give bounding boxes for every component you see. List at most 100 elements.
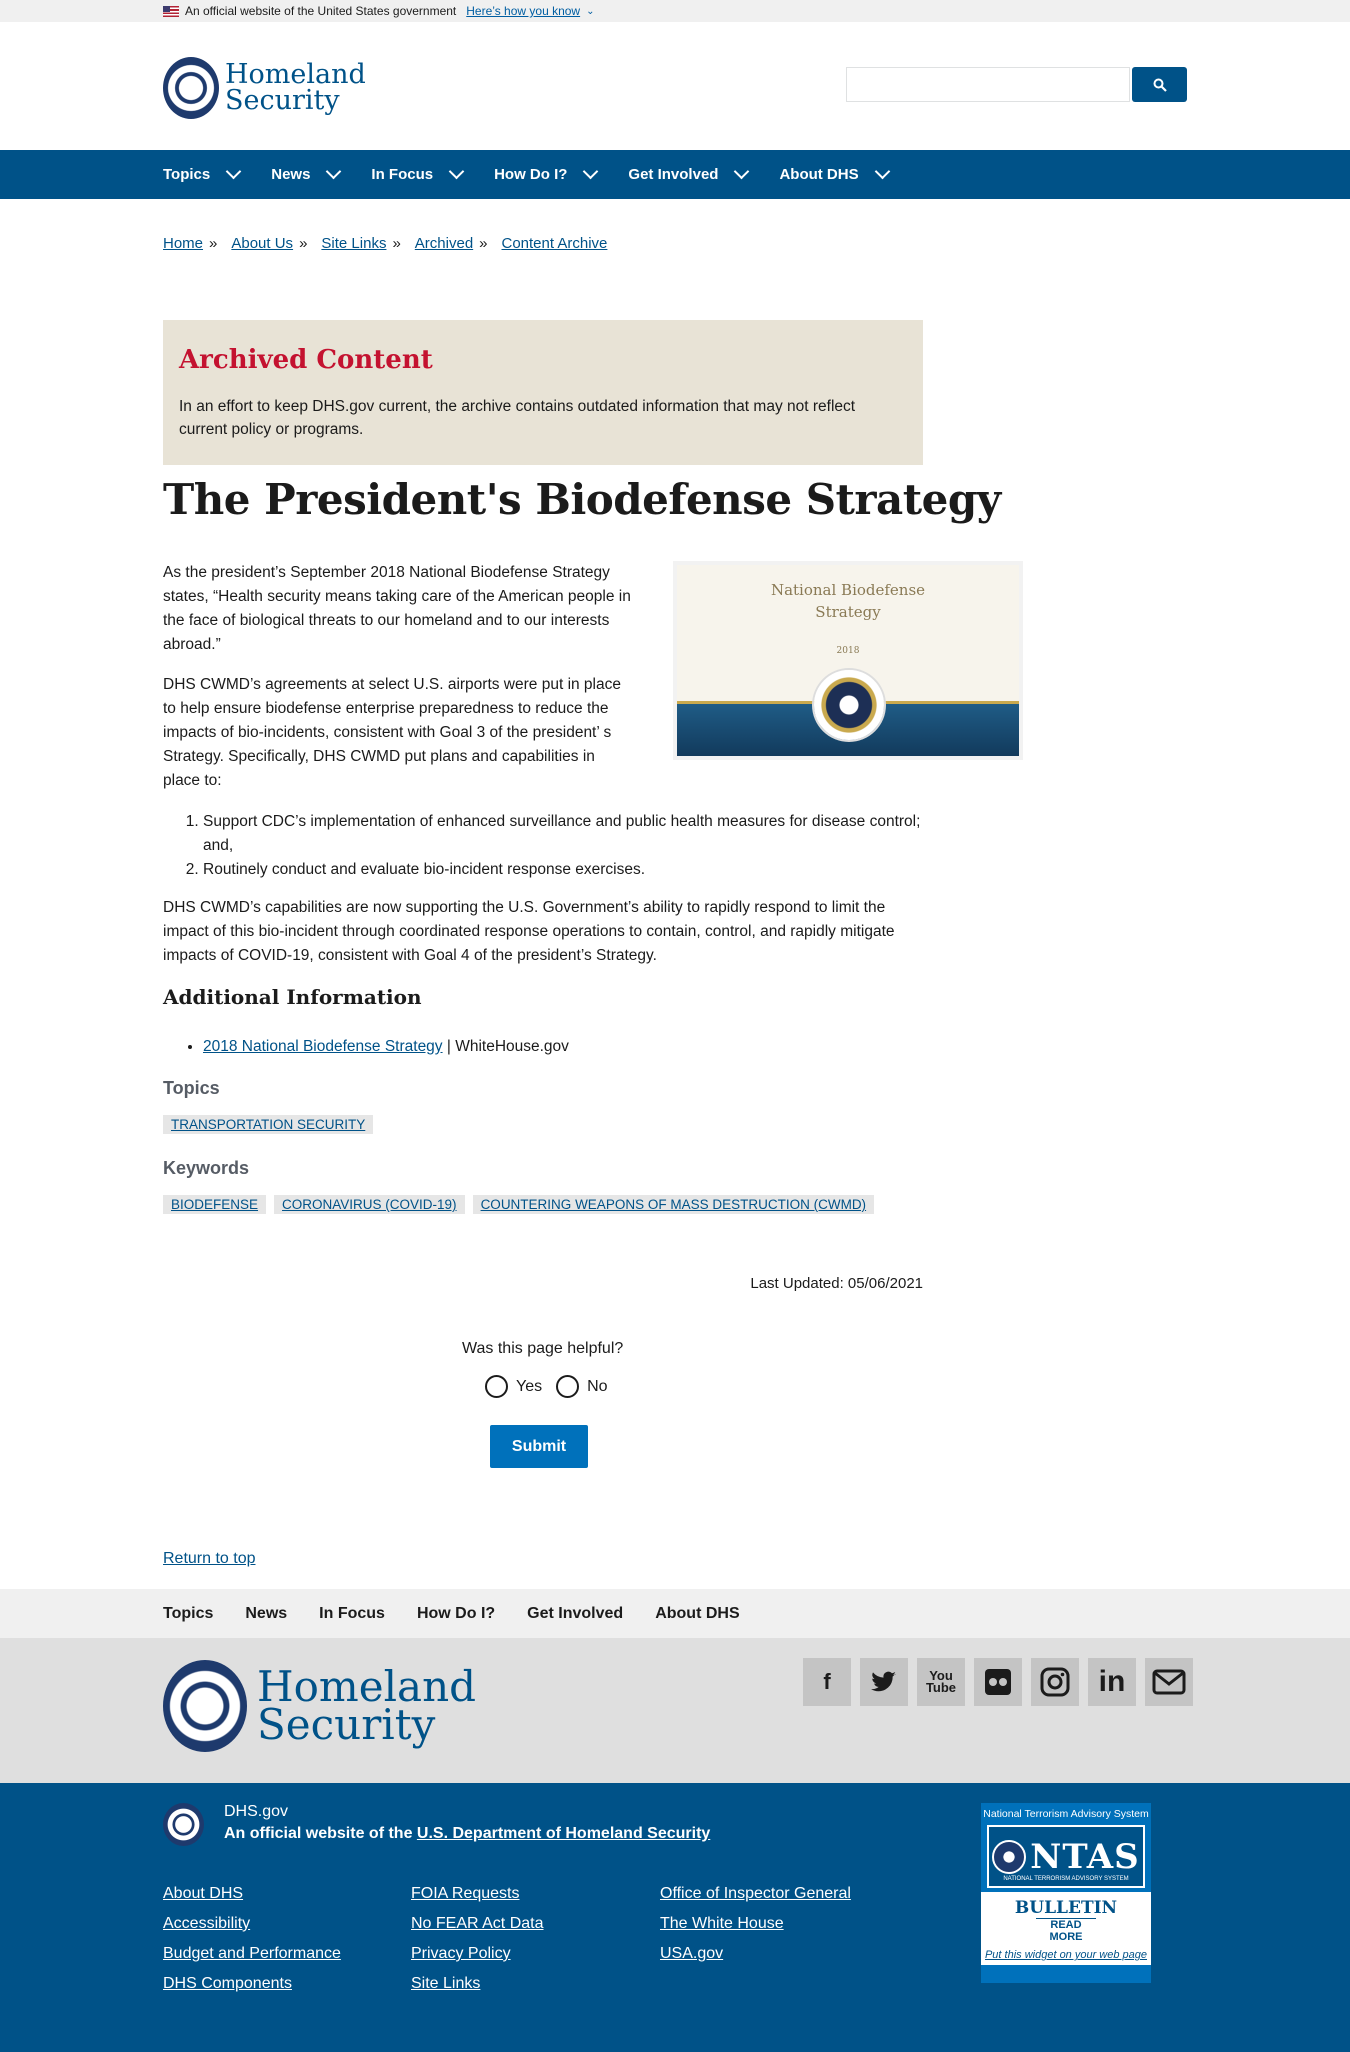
flickr-icon[interactable] bbox=[974, 1658, 1022, 1706]
archived-heading: Archived Content bbox=[179, 345, 433, 375]
ntas-subtitle: NATIONAL TERRORISM ADVISORY SYSTEM bbox=[1003, 1876, 1129, 1882]
goal-list: Support CDC’s implementation of enhanced… bbox=[203, 810, 923, 882]
footer-link[interactable]: Site Links bbox=[411, 1973, 544, 1995]
presidential-seal-icon bbox=[814, 670, 884, 740]
search-button[interactable] bbox=[1132, 67, 1187, 102]
us-flag-icon bbox=[163, 5, 179, 17]
submit-button[interactable]: Submit bbox=[490, 1425, 588, 1468]
dhs-logo[interactable]: Homeland Security bbox=[163, 57, 366, 119]
footer-dhs-logo[interactable]: Homeland Security bbox=[163, 1660, 476, 1752]
tag-biodefense[interactable]: Biodefense bbox=[163, 1195, 267, 1214]
additional-info-heading: Additional Information bbox=[163, 985, 422, 1009]
chevron-down-icon bbox=[225, 163, 242, 180]
nav-news[interactable]: News bbox=[271, 150, 342, 199]
heres-how-you-know-link[interactable]: Here’s how you know bbox=[466, 4, 580, 18]
dhs-seal-icon bbox=[163, 57, 219, 119]
footer-nav-topics[interactable]: Topics bbox=[163, 1605, 213, 1623]
paragraph: DHS CWMD’s capabilities are now supporti… bbox=[163, 899, 895, 964]
footer-nav-about-dhs[interactable]: About DHS bbox=[655, 1605, 739, 1623]
breadcrumb-content-archive[interactable]: Content Archive bbox=[502, 235, 608, 252]
dhs-seal-icon bbox=[992, 1839, 1027, 1874]
gov-banner-text: An official website of the United States… bbox=[185, 4, 457, 18]
breadcrumb-about-us[interactable]: About Us bbox=[231, 235, 293, 252]
footer-nav-in-focus[interactable]: In Focus bbox=[319, 1605, 385, 1623]
footer-logo-section: Homeland Security f You Tube in bbox=[0, 1638, 1350, 1783]
site-header: Homeland Security bbox=[0, 22, 1350, 150]
youtube-icon[interactable]: You Tube bbox=[917, 1658, 965, 1706]
linkedin-icon[interactable]: in bbox=[1088, 1658, 1136, 1706]
chevron-down-icon bbox=[583, 163, 599, 180]
footer-nav-get-involved[interactable]: Get Involved bbox=[527, 1605, 623, 1623]
breadcrumb-site-links[interactable]: Site Links bbox=[321, 235, 386, 252]
topic-tags: Transportation Security bbox=[163, 1115, 374, 1134]
nav-get-involved[interactable]: Get Involved bbox=[628, 150, 750, 199]
biodefense-strategy-link[interactable]: 2018 National Biodefense Strategy bbox=[203, 1038, 443, 1055]
footer-nav-how-do-i[interactable]: How Do I? bbox=[417, 1605, 495, 1623]
facebook-icon[interactable]: f bbox=[803, 1658, 851, 1706]
dhs-identifier: DHS.gov An official website of the U.S. … bbox=[163, 1803, 710, 1846]
nav-in-focus[interactable]: In Focus bbox=[371, 150, 465, 199]
nav-topics[interactable]: Topics bbox=[163, 150, 242, 199]
ntas-widget[interactable]: National Terrorism Advisory System NTAS … bbox=[981, 1803, 1151, 1983]
search-input[interactable] bbox=[846, 67, 1130, 102]
site-name: DHS.gov bbox=[224, 1803, 289, 1820]
gov-banner: An official website of the United States… bbox=[0, 0, 1350, 22]
footer-nav-news[interactable]: News bbox=[245, 1605, 287, 1623]
tag-cwmd[interactable]: Countering Weapons of Mass Destruction (… bbox=[472, 1195, 875, 1214]
page-title: The President's Biodefense Strategy bbox=[163, 475, 1001, 524]
footer-link[interactable]: DHS Components bbox=[163, 1973, 341, 1995]
chevron-down-icon[interactable]: ⌄ bbox=[586, 6, 594, 17]
yes-radio[interactable] bbox=[485, 1375, 508, 1398]
ntas-head: National Terrorism Advisory System bbox=[983, 1808, 1149, 1820]
cover-year: 2018 bbox=[836, 646, 860, 656]
footer-link[interactable]: USA.gov bbox=[660, 1943, 851, 1965]
archived-notice: Archived Content In an effort to keep DH… bbox=[163, 320, 923, 465]
paragraph: As the president’s September 2018 Nation… bbox=[163, 564, 631, 653]
paragraph: DHS CWMD’s agreements at select U.S. air… bbox=[163, 676, 621, 789]
return-to-top-link[interactable]: Return to top bbox=[163, 1550, 256, 1568]
footer-link[interactable]: Budget and Performance bbox=[163, 1943, 341, 1965]
footer-link[interactable]: Office of Inspector General bbox=[660, 1883, 851, 1905]
chevron-down-icon bbox=[874, 163, 890, 180]
instagram-icon[interactable] bbox=[1031, 1658, 1079, 1706]
dhs-link[interactable]: U.S. Department of Homeland Security bbox=[417, 1825, 710, 1842]
nav-about-dhs[interactable]: About DHS bbox=[779, 150, 890, 199]
footer-links-col1: About DHS Accessibility Budget and Perfo… bbox=[163, 1883, 341, 1995]
main-nav: Topics News In Focus How Do I? Get Invol… bbox=[0, 150, 1350, 199]
search-icon bbox=[1153, 78, 1167, 92]
breadcrumb-archived[interactable]: Archived bbox=[415, 235, 473, 252]
footer-link[interactable]: Privacy Policy bbox=[411, 1943, 544, 1965]
logo-text: Homeland Security bbox=[225, 59, 366, 116]
feedback-question: Was this page helpful? bbox=[462, 1340, 624, 1357]
footer-bottom: DHS.gov An official website of the U.S. … bbox=[0, 1783, 1350, 2052]
chevron-down-icon bbox=[448, 163, 465, 180]
footer-links-col2: FOIA Requests No FEAR Act Data Privacy P… bbox=[411, 1883, 544, 1995]
nav-how-do-i[interactable]: How Do I? bbox=[494, 150, 599, 199]
breadcrumb: Home» About Us» Site Links» Archived» Co… bbox=[163, 235, 608, 252]
tag-transportation-security[interactable]: Transportation Security bbox=[163, 1115, 374, 1134]
ntas-widget-link[interactable]: Put this widget on your web page bbox=[981, 1947, 1151, 1965]
cover-title: National Biodefense Strategy bbox=[770, 581, 926, 621]
footer-link[interactable]: The White House bbox=[660, 1913, 851, 1935]
no-radio[interactable] bbox=[556, 1375, 580, 1398]
keyword-tags: Biodefense Coronavirus (COVID-19) Counte… bbox=[163, 1195, 875, 1214]
footer-nav: Topics News In Focus How Do I? Get Invol… bbox=[0, 1589, 1350, 1638]
ntas-bulletin[interactable]: BULLETIN READ MORE bbox=[981, 1892, 1151, 1947]
footer-links-col3: Office of Inspector General The White Ho… bbox=[660, 1883, 851, 1965]
twitter-icon[interactable] bbox=[860, 1658, 908, 1706]
tag-coronavirus[interactable]: Coronavirus (COVID-19) bbox=[274, 1195, 465, 1214]
no-label[interactable]: No bbox=[587, 1378, 607, 1396]
dhs-seal-icon bbox=[163, 1803, 204, 1846]
strategy-cover-image: National Biodefense Strategy 2018 bbox=[673, 561, 1023, 760]
footer-link[interactable]: No FEAR Act Data bbox=[411, 1913, 544, 1935]
chevron-down-icon bbox=[734, 163, 750, 180]
yes-label[interactable]: Yes bbox=[516, 1378, 542, 1396]
email-icon[interactable] bbox=[1145, 1658, 1193, 1706]
breadcrumb-home[interactable]: Home bbox=[163, 235, 203, 252]
footer-link[interactable]: FOIA Requests bbox=[411, 1883, 544, 1905]
list-item: 2018 National Biodefense Strategy | Whit… bbox=[203, 1035, 569, 1059]
footer-link[interactable]: About DHS bbox=[163, 1883, 341, 1905]
footer-link[interactable]: Accessibility bbox=[163, 1913, 341, 1935]
feedback-options: Yes No bbox=[485, 1375, 608, 1398]
list-item: Routinely conduct and evaluate bio-incid… bbox=[203, 858, 923, 882]
